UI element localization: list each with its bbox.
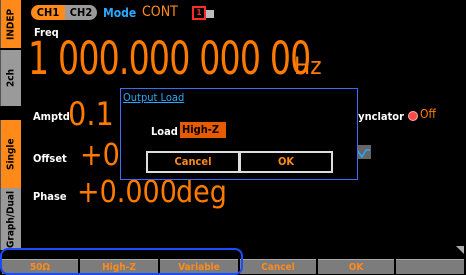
- phase-unit: deg: [176, 175, 227, 210]
- dialog-ok-button[interactable]: OK: [239, 151, 333, 173]
- softkey-cancel[interactable]: Cancel: [240, 259, 316, 274]
- dialog-title: Output Load: [123, 91, 185, 104]
- tab-indep[interactable]: INDEP: [0, 0, 21, 48]
- synclator-radio-icon[interactable]: [408, 111, 418, 121]
- tab-graph-dual[interactable]: Graph/Dual: [0, 188, 21, 250]
- load-value-field[interactable]: High-Z: [180, 122, 226, 138]
- phase-value[interactable]: +0.000: [77, 175, 177, 210]
- freq-unit: Hz: [294, 52, 322, 80]
- amptd-label: Amptd: [33, 110, 70, 123]
- mode-value: CONT: [142, 4, 178, 20]
- dialog-cancel-button[interactable]: Cancel: [146, 151, 240, 173]
- synclator-label: Synclator: [351, 110, 404, 123]
- softkey-empty[interactable]: [396, 259, 464, 274]
- mode-label: Mode: [103, 6, 137, 20]
- output-load-dialog: Output Load Load High-Z Cancel OK: [120, 88, 358, 180]
- status-block-icon: [206, 10, 214, 18]
- tab-2ch[interactable]: 2ch: [0, 50, 21, 106]
- dialog-load-label: Load: [151, 125, 178, 138]
- tab-single[interactable]: Single: [0, 120, 21, 188]
- amptd-value[interactable]: 0.1: [68, 95, 114, 133]
- phase-label: Phase: [33, 190, 67, 203]
- offset-label: Offset: [33, 152, 67, 165]
- output-indicator-icon: 1: [192, 6, 206, 20]
- freq-value[interactable]: 1 000.000 000 00: [28, 30, 311, 88]
- ch1-tab[interactable]: CH1: [31, 5, 65, 20]
- corner-arrow-icon: [456, 246, 464, 254]
- softkey-ok[interactable]: OK: [318, 259, 394, 274]
- ch2-tab[interactable]: CH2: [65, 5, 97, 20]
- synclator-state: Off: [420, 107, 436, 121]
- softkey-highlight-frame: [0, 248, 243, 275]
